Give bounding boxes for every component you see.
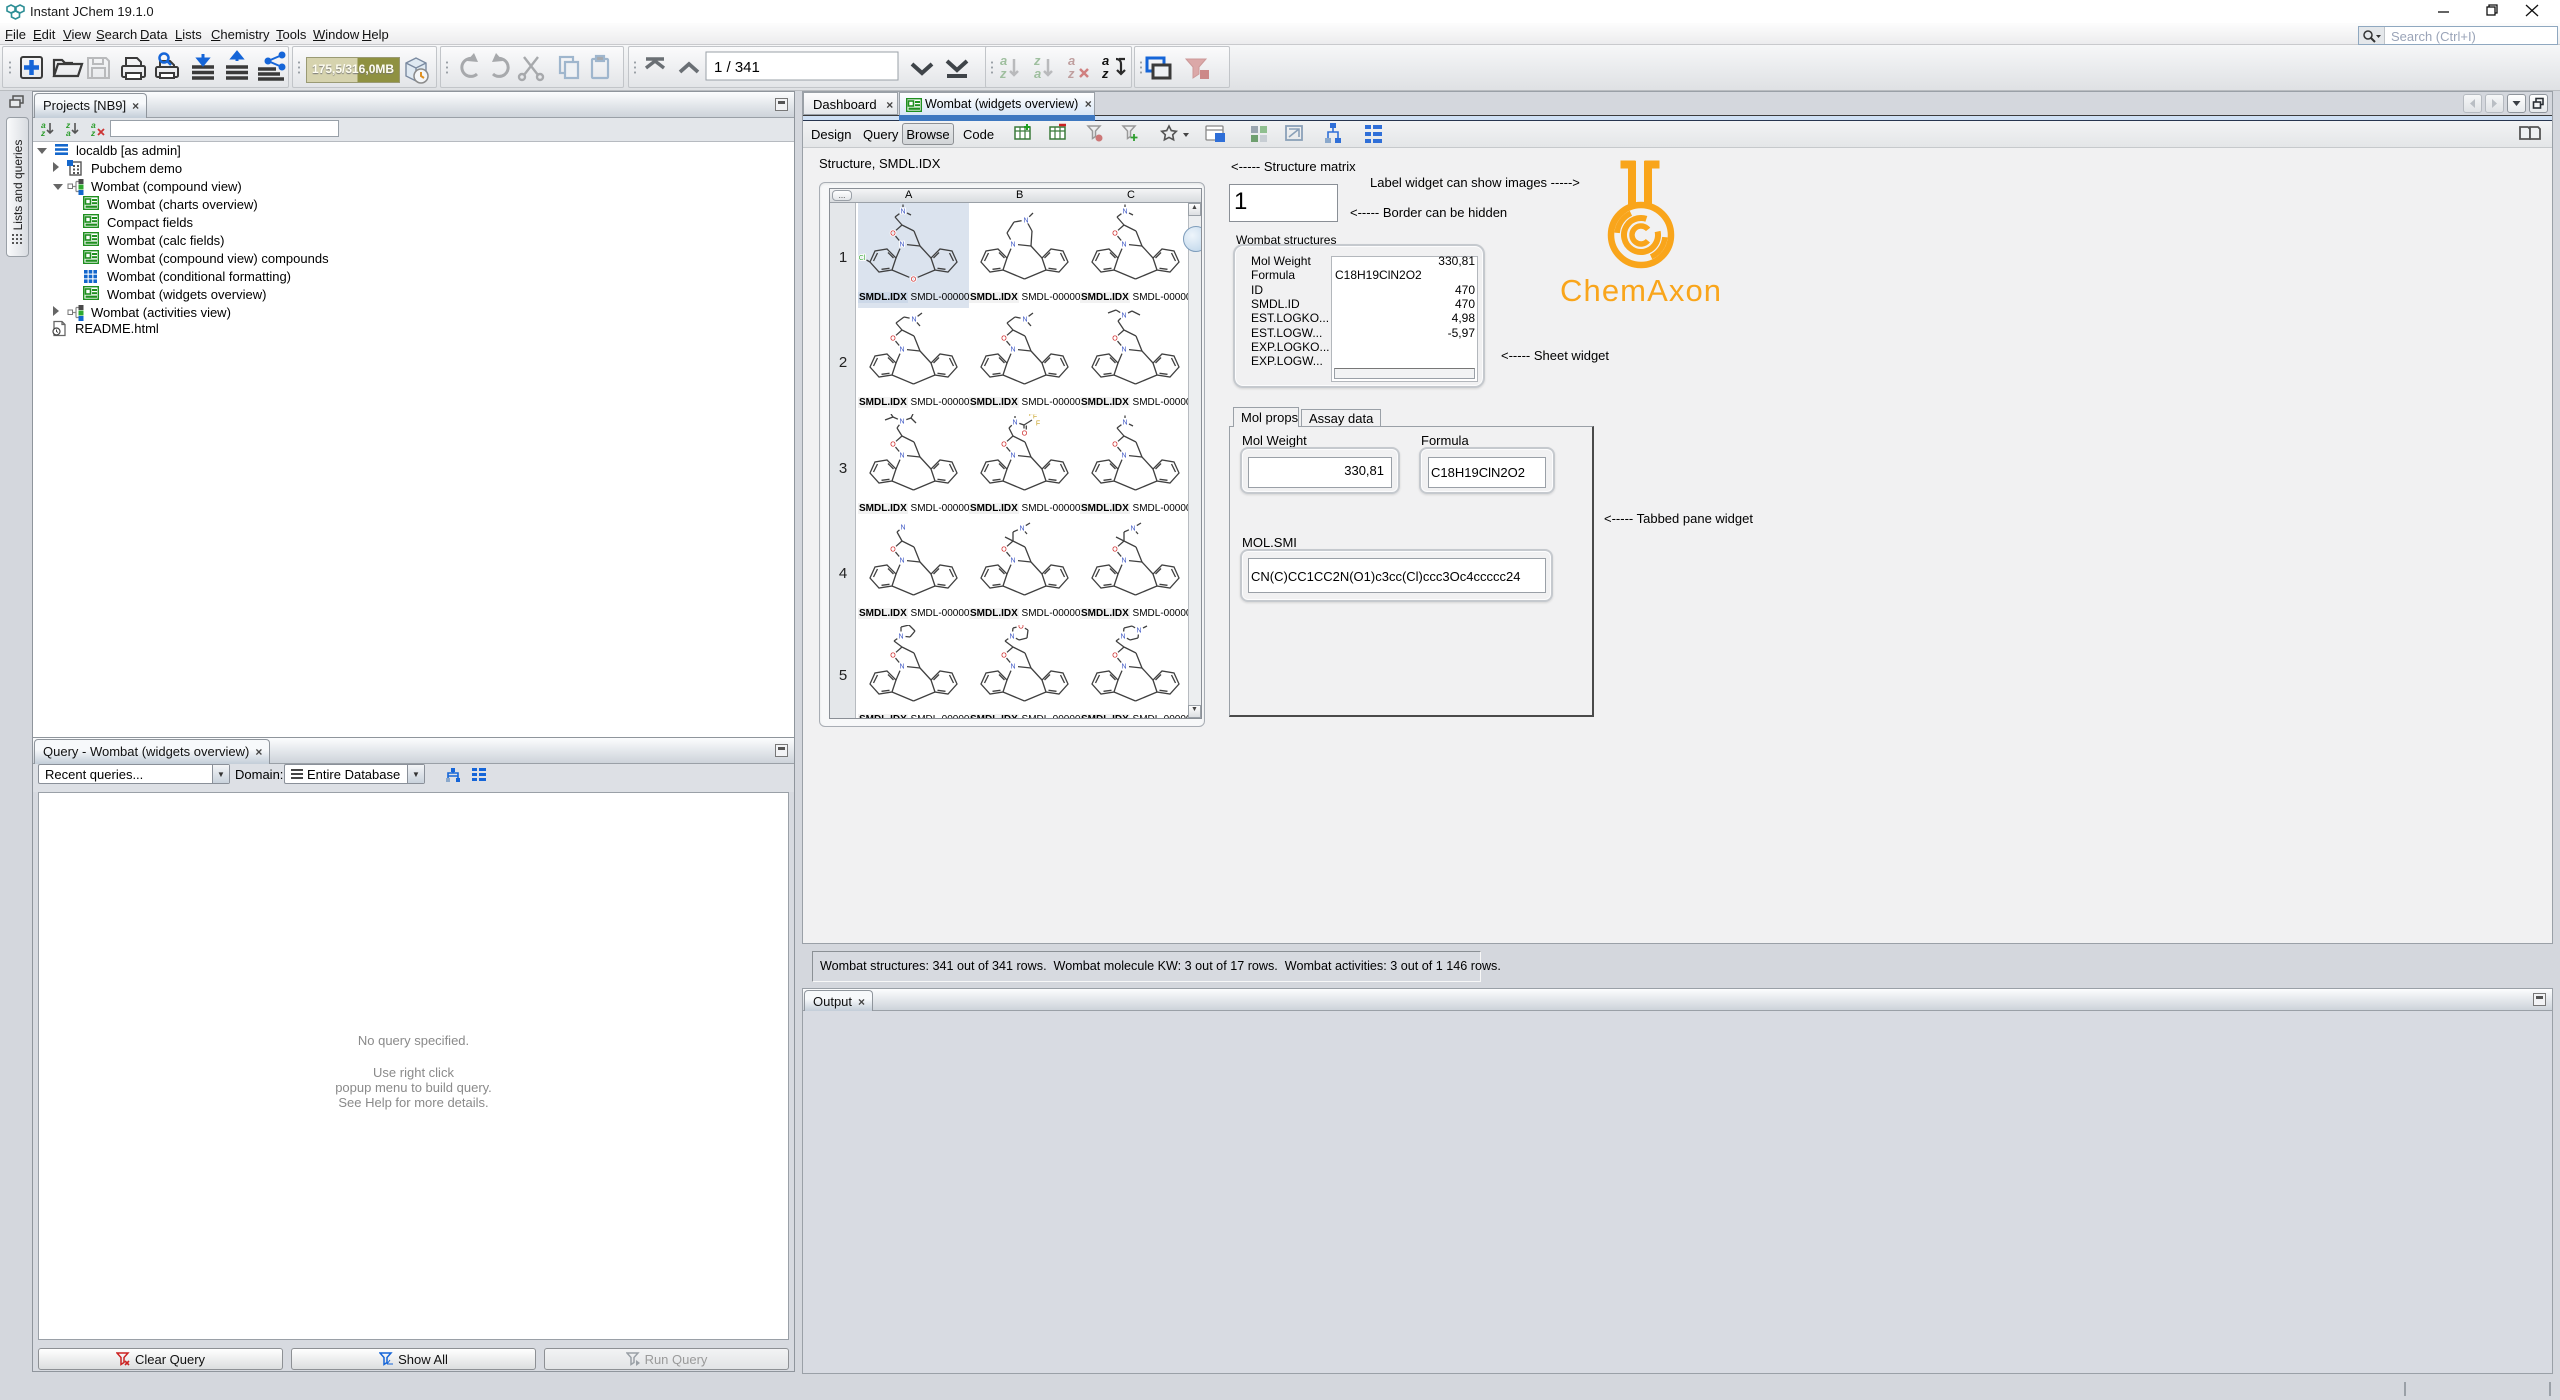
svg-text:a: a [66, 128, 71, 137]
svg-text:z: z [1067, 66, 1075, 81]
svg-text:z: z [90, 128, 96, 137]
svg-text:z: z [999, 66, 1007, 81]
svg-text:1 / 341: 1 / 341 [714, 59, 760, 76]
svg-text:z: z [40, 128, 46, 137]
svg-text:z: z [1101, 66, 1109, 81]
svg-text:a: a [1034, 66, 1041, 81]
